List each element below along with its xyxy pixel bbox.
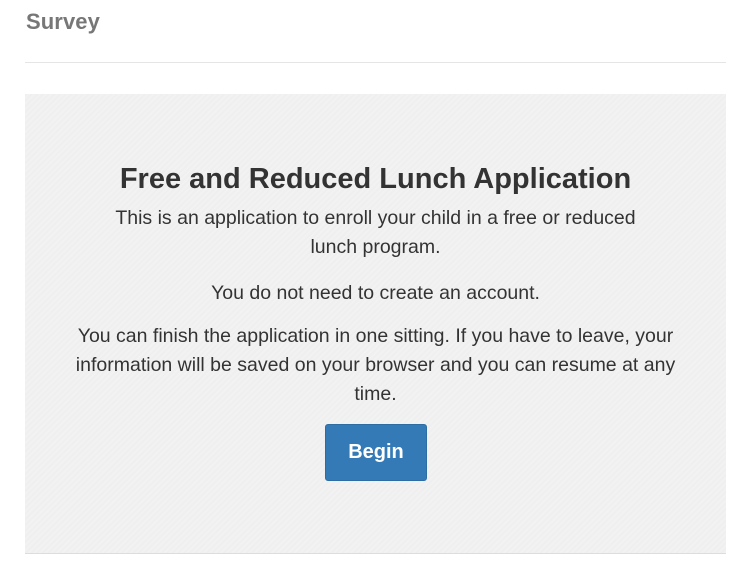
welcome-panel: Free and Reduced Lunch Application This …	[25, 94, 726, 554]
brand-title[interactable]: Survey	[26, 9, 100, 35]
begin-button[interactable]: Begin	[325, 424, 427, 481]
resume-note: You can finish the application in one si…	[75, 325, 676, 405]
site-header: Survey	[25, 0, 726, 63]
account-note: You do not need to create an account.	[211, 282, 540, 304]
intro-text: This is an application to enroll your ch…	[115, 207, 636, 258]
page-title: Free and Reduced Lunch Application	[119, 163, 632, 195]
